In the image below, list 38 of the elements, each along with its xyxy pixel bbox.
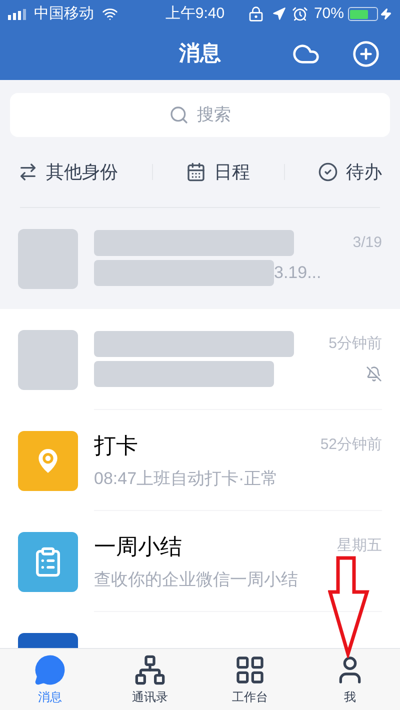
switch-icon bbox=[18, 162, 38, 182]
charging-icon bbox=[380, 8, 392, 20]
shortcut-button[interactable]: 待办 bbox=[318, 158, 382, 186]
chat-preview: 08:47上班自动打卡·正常 bbox=[94, 468, 278, 490]
chat-title: 一周小结 bbox=[94, 532, 182, 560]
chat-time: 52分钟前 bbox=[320, 434, 382, 455]
tab-item[interactable]: 工作台 bbox=[200, 649, 300, 710]
chat-row[interactable]: 一周小结 星期五 查收你的企业微信一周小结 bbox=[0, 511, 400, 612]
tab-item[interactable]: 我 bbox=[300, 649, 400, 710]
battery-icon bbox=[348, 7, 378, 21]
grid-icon bbox=[234, 654, 266, 686]
wifi-icon bbox=[102, 6, 118, 22]
tab-item[interactable]: 通讯录 bbox=[100, 649, 200, 710]
battery-percent: 70% bbox=[314, 4, 344, 24]
chat-preview: 3.19... bbox=[274, 262, 322, 284]
shortcut-button[interactable]: 其他身份 bbox=[18, 158, 118, 186]
chat-title: 打卡 bbox=[94, 432, 138, 460]
rotation-lock-icon bbox=[248, 6, 264, 22]
redaction-smear bbox=[18, 228, 78, 288]
chat-row[interactable]: 打卡 52分钟前 08:47上班自动打卡·正常 bbox=[0, 410, 400, 511]
org-chart-icon bbox=[134, 654, 166, 686]
alarm-icon bbox=[292, 6, 308, 22]
location-icon bbox=[272, 7, 286, 21]
search-icon bbox=[169, 105, 189, 125]
chat-time: 星期五 bbox=[337, 536, 382, 556]
chat-bubble-icon bbox=[34, 654, 66, 686]
chat-preview: 查收你的企业微信一周小结 bbox=[94, 568, 298, 591]
clock-time: 上午9:40 bbox=[164, 4, 225, 24]
carrier-name: 中国移动 bbox=[34, 4, 94, 24]
header-title: 消息 bbox=[179, 41, 221, 68]
check-circle-icon bbox=[318, 162, 338, 182]
calendar-icon bbox=[186, 162, 206, 182]
add-icon[interactable] bbox=[352, 40, 380, 68]
chat-time: 5分钟前 bbox=[328, 334, 382, 354]
redaction-smear bbox=[18, 330, 78, 390]
tab-item[interactable]: 消息 bbox=[0, 649, 100, 710]
chat-time: 3/19 bbox=[352, 232, 382, 253]
shortcut-button[interactable]: 日程 bbox=[186, 158, 250, 186]
